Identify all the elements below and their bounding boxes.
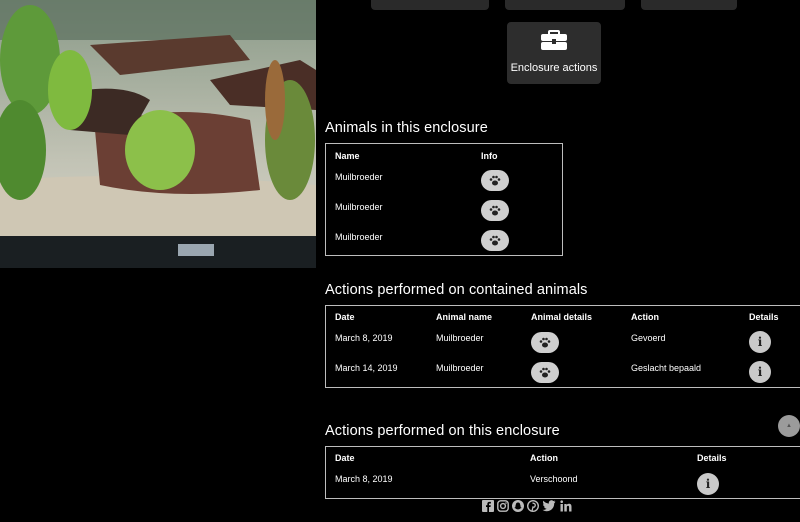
enclosure-action-date: March 8, 2019: [335, 474, 393, 484]
enclosure-actions-table: Date Action Details March 8, 2019 Versch…: [325, 446, 800, 499]
animal-actions-table: Date Animal name Animal details Action D…: [325, 305, 800, 388]
top-button-1[interactable]: [371, 0, 489, 10]
animal-actions-section-title: Actions performed on contained animals: [325, 282, 588, 298]
paw-icon: [539, 367, 551, 378]
column-header-details: Details: [697, 453, 727, 463]
info-icon[interactable]: i: [697, 473, 719, 495]
animal-name: Muilbroeder: [335, 202, 383, 212]
paw-icon: [539, 337, 551, 348]
enclosure-actions-section-title: Actions performed on this enclosure: [325, 423, 560, 439]
info-icon[interactable]: i: [749, 331, 771, 353]
linkedin-icon[interactable]: [560, 500, 572, 512]
info-icon[interactable]: i: [749, 361, 771, 383]
animal-name: Muilbroeder: [335, 232, 383, 242]
top-button-3[interactable]: [641, 0, 737, 10]
briefcase-icon: [541, 30, 567, 50]
action-animal-name: Muilbroeder: [436, 333, 484, 343]
enclosure-photo: [0, 0, 316, 268]
snapchat-icon[interactable]: [512, 500, 524, 512]
column-header-date: Date: [335, 312, 355, 322]
pinterest-icon[interactable]: [527, 500, 539, 512]
twitter-icon[interactable]: [542, 500, 556, 512]
column-header-action: Action: [631, 312, 659, 322]
column-header-info: Info: [481, 151, 498, 161]
column-header-animal-details: Animal details: [531, 312, 593, 322]
animal-info-button[interactable]: [481, 230, 509, 251]
enclosure-actions-button[interactable]: Enclosure actions: [507, 22, 601, 84]
scroll-top-button[interactable]: ▲: [778, 415, 800, 437]
action-date: March 14, 2019: [335, 363, 398, 373]
instagram-icon[interactable]: [497, 500, 509, 512]
paw-icon: [489, 205, 501, 216]
facebook-icon[interactable]: [482, 500, 494, 512]
column-header-animal-name: Animal name: [436, 312, 493, 322]
action-date: March 8, 2019: [335, 333, 393, 343]
paw-icon: [489, 175, 501, 186]
animal-name: Muilbroeder: [335, 172, 383, 182]
animals-table: Name Info Muilbroeder Muilbroeder Muilbr…: [325, 143, 563, 256]
action-animal-name: Muilbroeder: [436, 363, 484, 373]
column-header-details: Details: [749, 312, 779, 322]
action-name: Gevoerd: [631, 333, 666, 343]
action-name: Geslacht bepaald: [631, 363, 702, 373]
top-button-2[interactable]: [505, 0, 625, 10]
animal-details-button[interactable]: [531, 362, 559, 383]
enclosure-action-name: Verschoond: [530, 474, 578, 484]
column-header-name: Name: [335, 151, 360, 161]
column-header-date: Date: [335, 453, 355, 463]
column-header-action: Action: [530, 453, 558, 463]
enclosure-actions-label: Enclosure actions: [510, 62, 598, 74]
animals-section-title: Animals in this enclosure: [325, 120, 488, 136]
animal-info-button[interactable]: [481, 170, 509, 191]
paw-icon: [489, 235, 501, 246]
animal-info-button[interactable]: [481, 200, 509, 221]
animal-details-button[interactable]: [531, 332, 559, 353]
